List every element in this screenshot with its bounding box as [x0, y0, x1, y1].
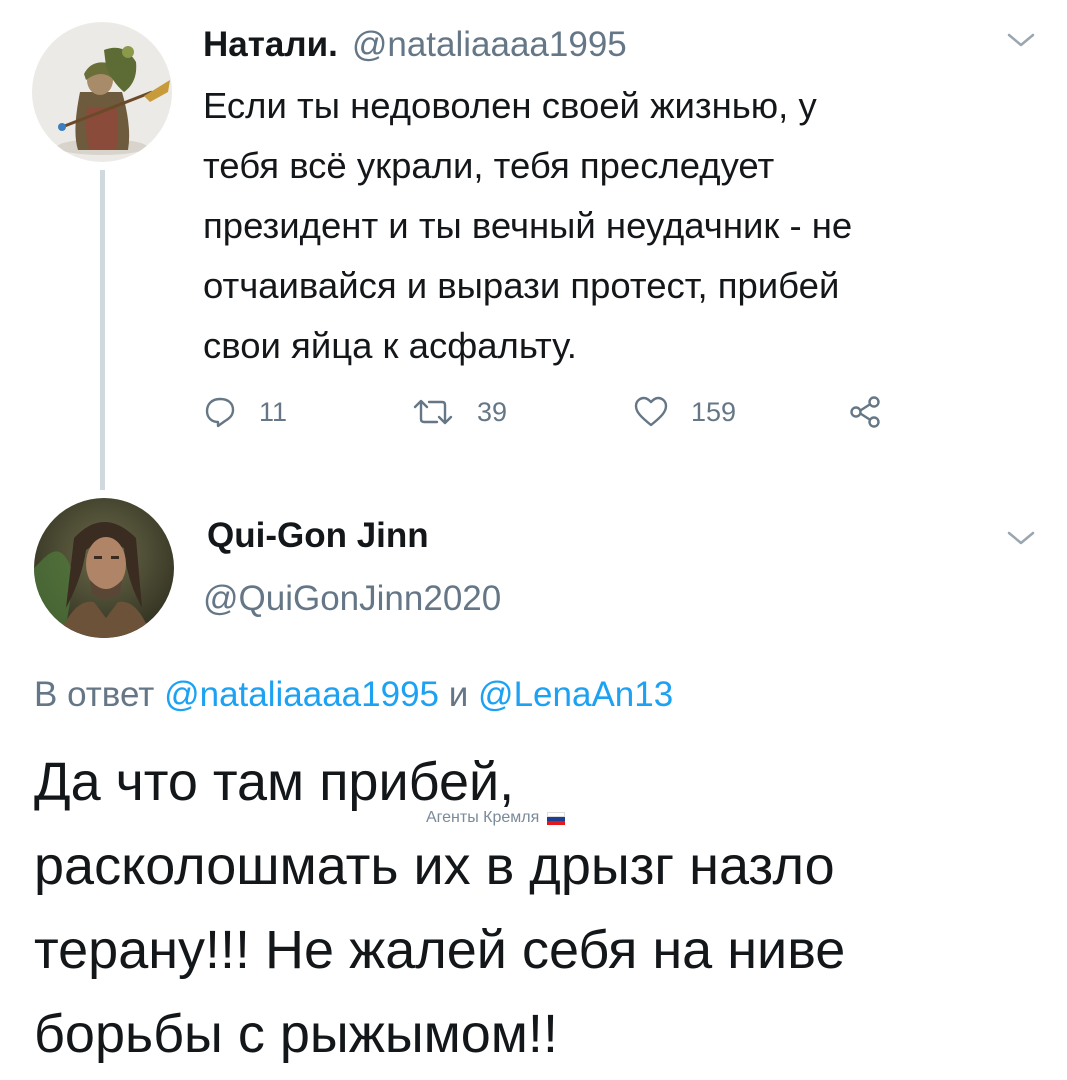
reply-button[interactable]: 11 [203, 390, 287, 434]
like-count: 159 [691, 396, 737, 427]
tweet2-text: Да что там прибей, расколошмать их в дры… [34, 740, 1044, 1076]
watermark: Агенты Кремля [426, 808, 566, 828]
share-button[interactable] [848, 390, 904, 434]
reply-icon [205, 397, 235, 428]
reply-to-conjunction: и [448, 675, 469, 714]
reply-mention-link[interactable]: @LenaAn13 [478, 675, 673, 714]
russian-flag-icon [547, 812, 566, 825]
chevron-down-icon[interactable] [1006, 30, 1036, 50]
reply-to-line: В ответ @nataliaaaa1995 и @LenaAn13 [34, 675, 673, 715]
author-name[interactable]: Натали. [203, 25, 338, 65]
author-name[interactable]: Qui-Gon Jinn [207, 516, 429, 556]
witch-avatar-image [32, 22, 172, 162]
author-handle[interactable]: @nataliaaaa1995 [352, 25, 627, 65]
tweet2-line: борьбы с рыжымом!! [34, 1004, 558, 1064]
tweet1-line: президент и ты вечный неудачник - не [203, 205, 853, 246]
watermark-text: Агенты Кремля [426, 809, 540, 826]
tweet1-action-bar: 11 39 159 [203, 390, 903, 434]
share-icon [850, 396, 880, 428]
portrait-avatar-image [34, 498, 174, 638]
avatar-qui-gon[interactable] [34, 498, 174, 638]
author-handle[interactable]: @QuiGonJinn2020 [203, 579, 501, 619]
tweet1-text: Если ты недоволен своей жизнью, у тебя в… [203, 76, 1043, 376]
tweet1-line: Если ты недоволен своей жизнью, у [203, 85, 817, 126]
reply-count: 11 [259, 396, 288, 427]
tweet2-line: расколошмать их в дрызг назло [34, 836, 835, 896]
retweet-button[interactable]: 39 [411, 390, 507, 434]
tweet1-line: свои яйца к асфальту. [203, 325, 577, 366]
tweet2-line: терану!!! Не жалей себя на ниве [34, 920, 846, 980]
reply-mention-link[interactable]: @nataliaaaa1995 [164, 675, 439, 714]
tweet1-line: отчаивайся и вырази протест, прибей [203, 265, 840, 306]
tweet1-header: Натали. @nataliaaaa1995 [203, 22, 627, 68]
avatar-natali[interactable] [32, 22, 172, 162]
chevron-down-icon[interactable] [1006, 528, 1036, 548]
flag-stripe-red [547, 821, 566, 825]
reply-to-prefix: В ответ [34, 675, 155, 714]
thread-connector-line [100, 170, 105, 490]
retweet-icon [413, 399, 453, 425]
tweet1-line: тебя всё украли, тебя преследует [203, 145, 775, 186]
heart-icon [634, 396, 668, 427]
retweet-count: 39 [477, 396, 508, 427]
like-button[interactable]: 159 [633, 390, 736, 434]
